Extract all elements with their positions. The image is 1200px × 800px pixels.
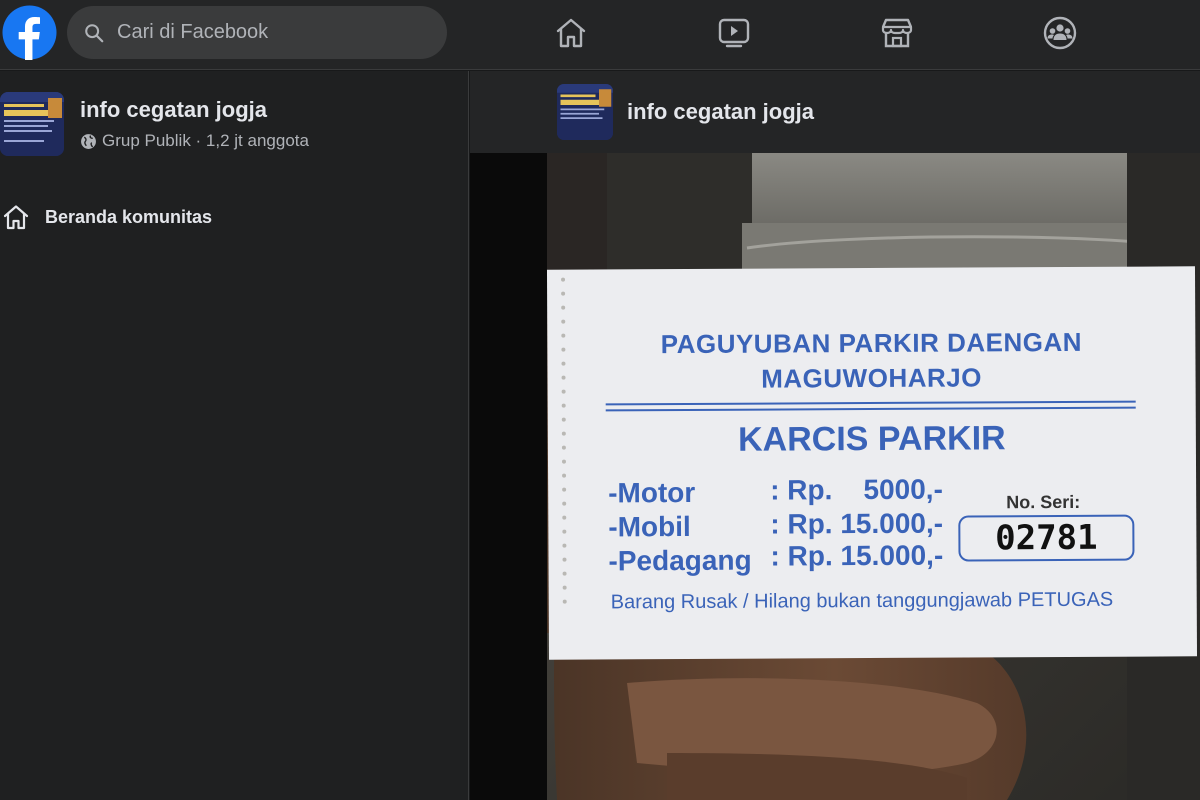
group-name[interactable]: info cegatan jogja [80,97,267,123]
marketplace-icon [881,18,913,48]
post-header: info cegatan jogja [470,71,1200,153]
group-sidebar: info cegatan jogja Grup Publik · 1,2 jt … [0,71,469,800]
home-icon [3,205,29,230]
nav-home[interactable] [552,14,590,52]
ticket-divider-bottom [605,406,1136,412]
rate-value-motor: : Rp. 5000,- [770,473,943,506]
group-meta: Grup Publik · 1,2 jt anggota [80,131,309,151]
rate-value-mobil: : Rp. 15.000,- [770,507,944,540]
rate-label-motor: -Motor [608,476,696,509]
group-privacy-members: Grup Publik · 1,2 jt anggota [102,131,309,150]
ticket-title: KARCIS PARKIR [737,419,1006,459]
ticket-organization-line1: PAGUYUBAN PARKIR DAENGAN [660,326,1083,360]
parking-ticket: PAGUYUBAN PARKIR DAENGAN MAGUWOHARJO KAR… [546,266,1198,660]
search-input[interactable]: Cari di Facebook [117,21,268,44]
home-icon [556,18,586,48]
nav-groups[interactable] [1041,14,1079,52]
post-group-name[interactable]: info cegatan jogja [627,99,814,125]
nav-marketplace[interactable] [878,14,916,52]
ticket-divider-top [605,400,1136,406]
globe-icon [81,133,96,149]
ticket-organization-line2: MAGUWOHARJO [761,362,982,394]
serial-number: 02781 [958,514,1135,562]
rate-value-pedagang: : Rp. 15.000,- [770,539,944,572]
group-cover-thumbnail[interactable] [0,92,64,156]
community-home-link[interactable]: Beranda komunitas [2,203,212,231]
rate-label-mobil: -Mobil [608,510,691,543]
groups-icon [1043,16,1077,50]
community-home-label: Beranda komunitas [45,206,213,227]
video-icon [718,18,750,48]
serial-label: No. Seri: [1006,491,1081,513]
group-avatar-image [557,84,613,140]
group-avatar[interactable] [557,84,613,140]
facebook-logo[interactable] [2,5,57,60]
top-navigation-bar: Cari di Facebook [0,0,1200,70]
rate-label-pedagang: -Pedagang [608,544,752,577]
group-cover-image [0,92,64,156]
ticket-disclaimer: Barang Rusak / Hilang bukan tanggungjawa… [610,588,1114,614]
search-bar[interactable]: Cari di Facebook [67,6,447,59]
search-icon [85,23,104,42]
ticket-perforation [561,277,567,604]
nav-video[interactable] [715,14,753,52]
